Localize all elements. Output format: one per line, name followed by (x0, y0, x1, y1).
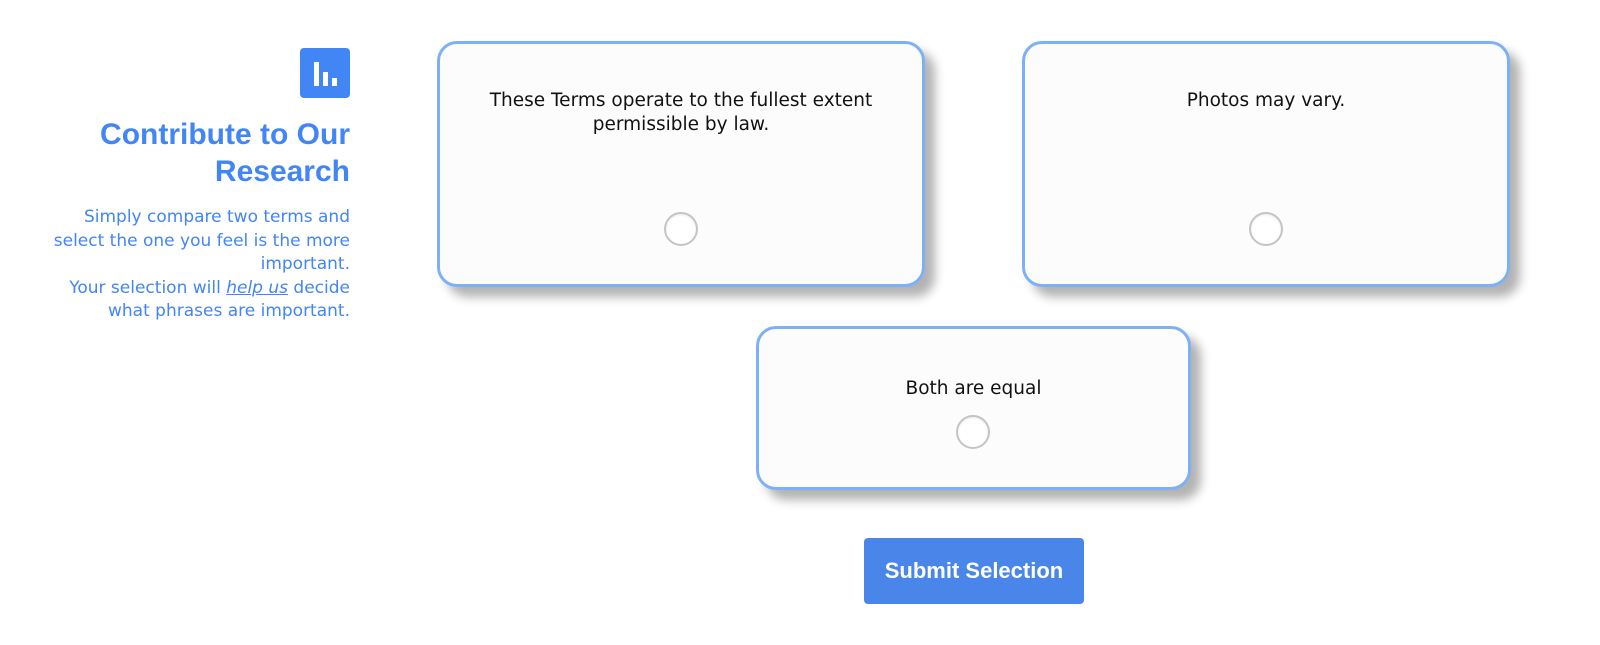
bar-chart-icon (300, 48, 350, 98)
instructions-text: Simply compare two terms and select the … (53, 207, 350, 274)
help-us-emphasis: help us (226, 277, 289, 298)
option-card-b[interactable]: Photos may vary. (1022, 41, 1510, 287)
option-a-text: These Terms operate to the fullest exten… (489, 90, 873, 135)
option-a-radio[interactable] (664, 212, 698, 246)
page-title: Contribute to Our Research (40, 116, 350, 190)
option-equal-radio[interactable] (956, 415, 990, 449)
option-b-text: Photos may vary. (1186, 90, 1346, 111)
submit-selection-button[interactable]: Submit Selection (864, 538, 1084, 604)
instructions-text-2: Your selection will help us decide what … (40, 277, 350, 324)
sidebar: Contribute to Our Research Simply compar… (40, 48, 350, 324)
page-title-line1: Contribute to Our (100, 118, 350, 151)
option-card-a[interactable]: These Terms operate to the fullest exten… (437, 41, 925, 287)
page-title-line2: Research (214, 155, 350, 188)
instructions-prefix: Your selection will (69, 277, 227, 298)
option-equal-text: Both are equal (905, 378, 1042, 399)
option-b-radio[interactable] (1249, 212, 1283, 246)
option-card-equal[interactable]: Both are equal (756, 326, 1191, 490)
instructions: Simply compare two terms and select the … (40, 206, 350, 324)
